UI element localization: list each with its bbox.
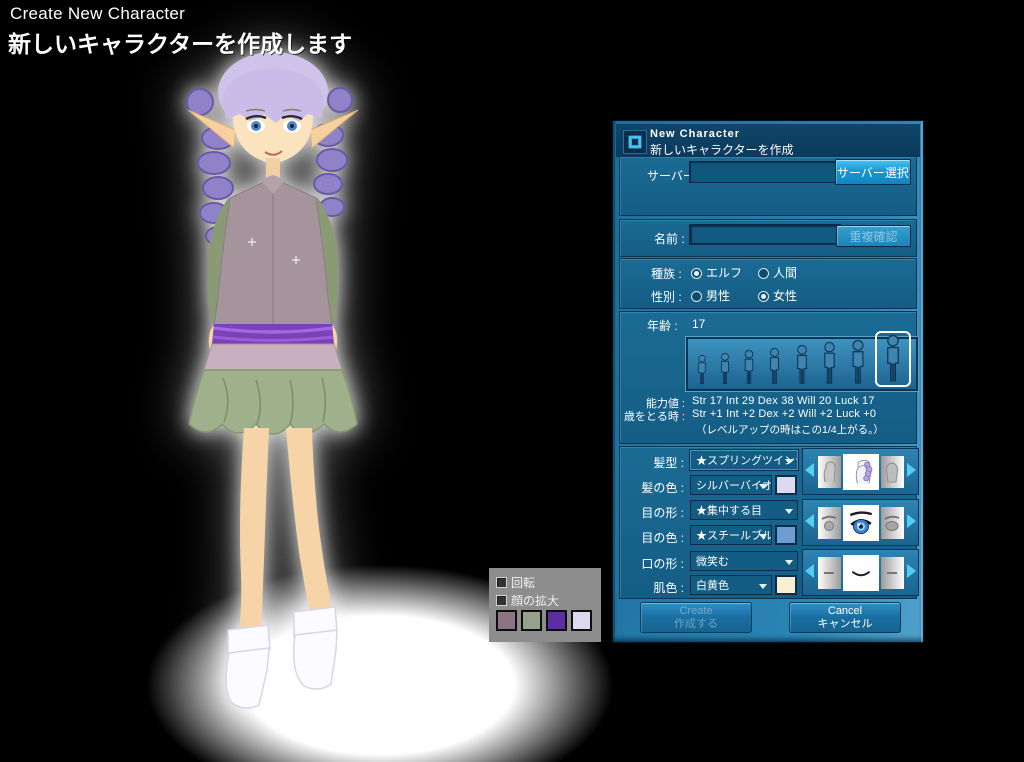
appearance-section: 髪型 : ★スプリングツインテール 髪の色 : シルバーバイオレット 目の形 :… [619, 446, 917, 599]
gender-label: 性別 : [651, 288, 682, 305]
color-palette [496, 610, 592, 631]
hair-color-select[interactable]: シルバーバイオレット [690, 475, 772, 495]
skin-color-swatch [775, 575, 797, 595]
aging-value: Str +1 Int +2 Dex +2 Will +2 Luck +0 [692, 408, 876, 420]
age-figure-8[interactable] [875, 331, 911, 387]
mouth-preview-carousel [802, 549, 919, 596]
character-creation-screen: Create New Character 新しいキャラクターを作成します 回転 … [0, 0, 1024, 762]
hair-preview-next[interactable] [881, 456, 904, 488]
dialog-title-en: New Character [650, 128, 740, 140]
palette-swatch-3[interactable] [546, 610, 567, 631]
eye-shape-select[interactable]: ★集中する目 [690, 500, 798, 520]
age-figure-7[interactable] [846, 338, 870, 387]
mouth-preview-next[interactable] [881, 557, 904, 589]
duplicate-check-button[interactable]: 重複確認 [836, 225, 911, 247]
age-figure-1[interactable] [693, 353, 711, 387]
rotate-checkbox-row[interactable]: 回転 [496, 574, 535, 591]
server-section: サーバー サーバー選択 [619, 156, 917, 216]
eye-preview-prev[interactable] [818, 507, 841, 539]
gender-option-female[interactable]: 女性 [758, 287, 797, 304]
carousel-left-arrow[interactable] [805, 463, 814, 477]
eye-color-select[interactable]: ★スチールブルー [690, 525, 772, 545]
age-label: 年齢 : [647, 317, 678, 334]
age-value: 17 [692, 317, 705, 331]
hair-style-label: 髪型 : [624, 454, 684, 471]
hair-preview-carousel [802, 448, 919, 495]
hair-preview-current [843, 454, 879, 490]
eye-color-swatch [775, 525, 797, 545]
face-zoom-checkbox-row[interactable]: 顔の拡大 [496, 592, 559, 609]
radio-icon[interactable] [691, 268, 702, 279]
age-figure-box [686, 337, 918, 391]
name-label: 名前 : [654, 230, 685, 247]
age-section: 年齢 : 17 能力値 : Str 17 Int 29 Dex 38 Will … [619, 311, 917, 444]
name-input[interactable] [689, 224, 841, 245]
gender-option-male[interactable]: 男性 [691, 287, 730, 304]
mouth-preview-prev[interactable] [818, 557, 841, 589]
palette-swatch-1[interactable] [496, 610, 517, 631]
page-title-ja: 新しいキャラクターを作成します [8, 25, 352, 59]
face-zoom-label: 顔の拡大 [511, 592, 559, 609]
carousel-right-arrow[interactable] [907, 564, 916, 578]
eye-preview-next[interactable] [881, 507, 904, 539]
carousel-right-arrow[interactable] [907, 514, 916, 528]
view-controls-panel: 回転 顔の拡大 [489, 568, 601, 642]
radio-icon[interactable] [758, 268, 769, 279]
levelup-note: （レベルアップの時はこの1/4上がる。） [696, 422, 884, 437]
race-gender-section: 種族 : エルフ 人間 性別 : 男性 女性 [619, 258, 917, 309]
server-label: サーバー [647, 167, 695, 184]
server-select-button[interactable]: サーバー選択 [835, 159, 911, 185]
age-figure-3[interactable] [739, 348, 759, 387]
eye-shape-label: 目の形 : [624, 504, 684, 521]
knot-logo-icon [623, 130, 647, 154]
hair-preview-prev[interactable] [818, 456, 841, 488]
age-figure-4[interactable] [764, 346, 785, 387]
rotate-label: 回転 [511, 574, 535, 591]
mouth-preview-current [843, 555, 879, 591]
chevron-down-icon [759, 534, 767, 539]
skin-color-label: 肌色 : [624, 579, 684, 596]
chevron-down-icon [785, 560, 793, 565]
carousel-left-arrow[interactable] [805, 564, 814, 578]
mouth-shape-select[interactable]: 微笑む [690, 551, 798, 571]
chevron-down-icon [785, 509, 793, 514]
character-model-viewport [128, 30, 468, 720]
age-figure-6[interactable] [818, 340, 841, 387]
palette-swatch-4[interactable] [571, 610, 592, 631]
radio-icon[interactable] [758, 291, 769, 302]
race-option-elf[interactable]: エルフ [691, 264, 742, 281]
chevron-down-icon [759, 584, 767, 589]
mouth-shape-label: 口の形 : [624, 555, 684, 572]
chevron-down-icon [759, 484, 767, 489]
aging-label: 歳をとる時 : [620, 408, 685, 424]
eye-preview-carousel [802, 499, 919, 546]
race-label: 種族 : [651, 265, 682, 282]
race-option-human[interactable]: 人間 [758, 264, 797, 281]
create-button[interactable]: Create 作成する [640, 602, 752, 633]
hair-style-select[interactable]: ★スプリングツインテール [690, 450, 798, 470]
cancel-button[interactable]: Cancel キャンセル [789, 602, 901, 633]
name-section: 名前 : 重複確認 [619, 219, 917, 257]
dialog-header: New Character 新しいキャラクターを作成 [616, 124, 920, 157]
character-model [128, 30, 468, 720]
new-character-dialog: New Character 新しいキャラクターを作成 サーバー サーバー選択 名… [612, 120, 924, 643]
eye-preview-current [843, 505, 879, 541]
page-title-en: Create New Character [10, 4, 185, 24]
age-figure-2[interactable] [716, 351, 734, 387]
chevron-down-icon [785, 459, 793, 464]
radio-icon[interactable] [691, 291, 702, 302]
face-zoom-checkbox[interactable] [496, 595, 507, 606]
ability-value: Str 17 Int 29 Dex 38 Will 20 Luck 17 [692, 395, 875, 407]
server-input[interactable] [689, 161, 839, 183]
palette-swatch-2[interactable] [521, 610, 542, 631]
skin-color-select[interactable]: 白黄色 [690, 575, 772, 595]
age-figure-5[interactable] [791, 343, 813, 387]
eye-color-label: 目の色 : [624, 529, 684, 546]
hair-color-swatch [775, 475, 797, 495]
rotate-checkbox[interactable] [496, 577, 507, 588]
hair-color-label: 髪の色 : [624, 479, 684, 496]
carousel-left-arrow[interactable] [805, 514, 814, 528]
carousel-right-arrow[interactable] [907, 463, 916, 477]
